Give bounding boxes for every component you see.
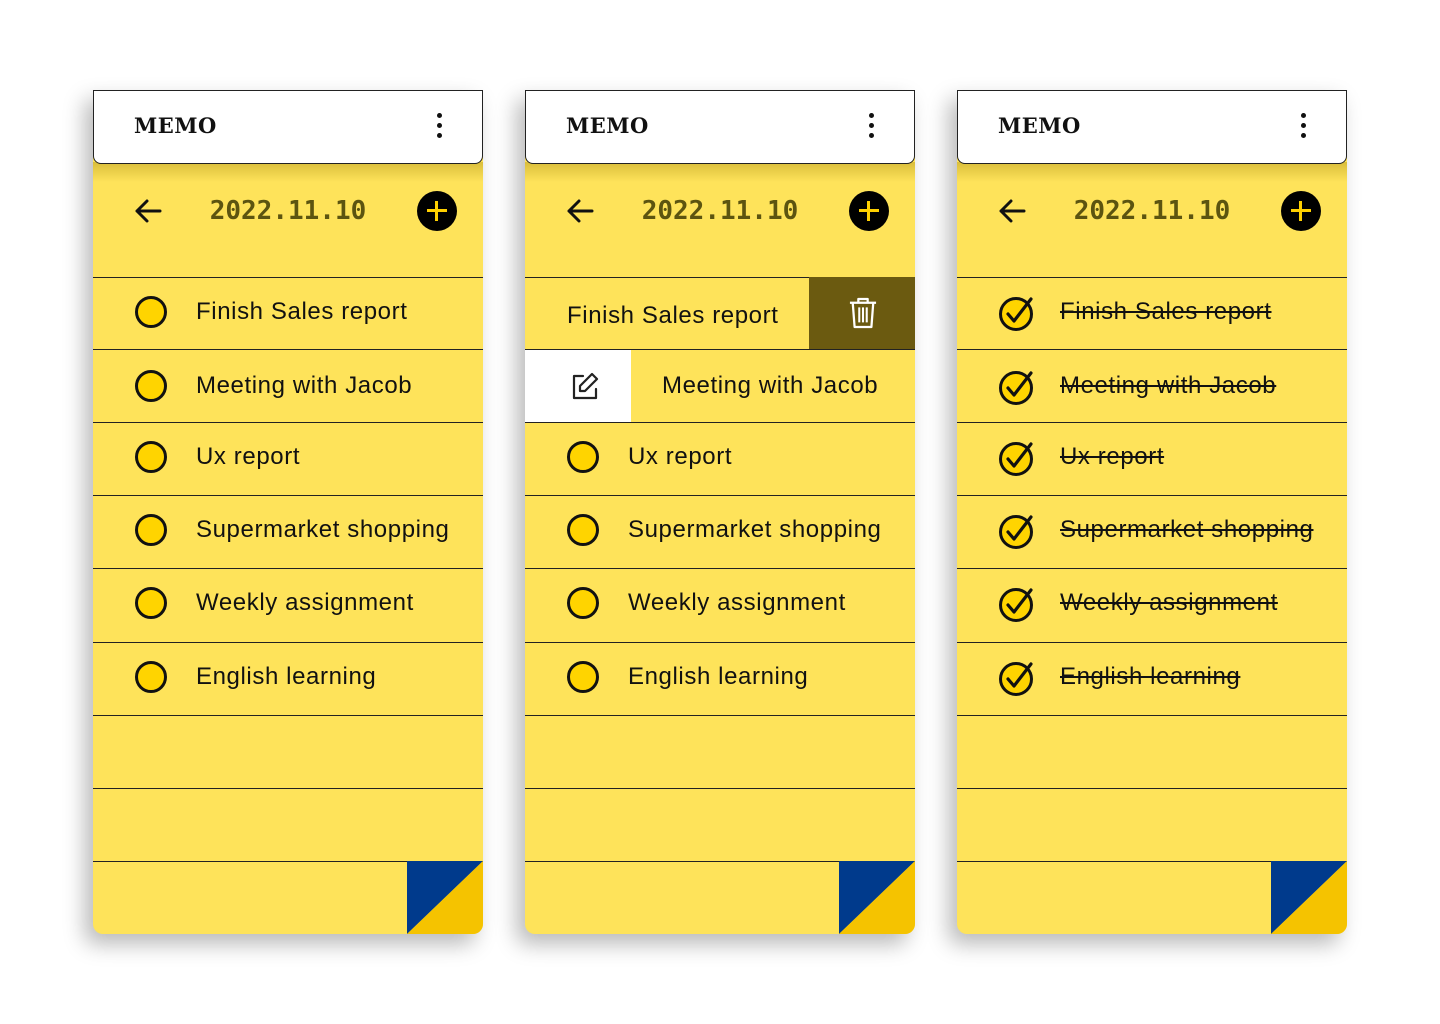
plus-circle-icon[interactable] [849,191,889,231]
task-row[interactable]: Ux report [93,423,483,495]
task-row[interactable]: English learning [93,643,483,715]
app-bar-shadow [957,162,1347,182]
memo-screen-default: MEMO 2022.11.10 Finish Sales report Meet… [93,90,483,934]
circle-icon[interactable] [135,661,167,693]
task-row[interactable]: Meeting with Jacob [93,352,483,424]
app-title: MEMO [566,113,649,138]
check-circle-icon[interactable] [998,295,1036,333]
check-circle-icon[interactable] [998,440,1036,478]
task-label[interactable]: Supermarket shopping [628,516,881,544]
task-label[interactable]: Meeting with Jacob [662,372,878,400]
circle-icon[interactable] [135,441,167,473]
delete-button[interactable] [809,277,915,349]
app-bar: MEMO [93,90,483,164]
task-row[interactable]: Weekly assignment [957,569,1347,641]
circle-icon[interactable] [135,370,167,402]
divider [957,349,1347,350]
circle-icon[interactable] [135,587,167,619]
app-title: MEMO [134,113,217,138]
task-row[interactable]: Supermarket shopping [525,496,915,568]
task-label[interactable]: Meeting with Jacob [196,372,412,400]
task-row-swiped-right[interactable]: Meeting with Jacob [525,352,915,424]
circle-icon[interactable] [567,661,599,693]
task-label[interactable]: Finish Sales report [1060,298,1272,326]
task-label[interactable]: English learning [1060,663,1240,691]
task-label[interactable]: Ux report [628,443,732,471]
task-label[interactable]: Ux report [1060,443,1164,471]
divider [93,788,483,789]
circle-icon[interactable] [135,514,167,546]
task-row[interactable]: English learning [957,643,1347,715]
circle-icon[interactable] [567,587,599,619]
check-circle-icon[interactable] [998,660,1036,698]
task-row[interactable]: Ux report [525,423,915,495]
page-fold-corner [407,861,483,934]
task-label[interactable]: Weekly assignment [1060,589,1278,617]
plus-circle-icon[interactable] [417,191,457,231]
trash-icon [849,297,877,329]
task-label[interactable]: Finish Sales report [567,302,779,330]
task-label[interactable]: Weekly assignment [196,589,414,617]
task-row[interactable]: Meeting with Jacob [957,352,1347,424]
task-row[interactable]: Ux report [957,423,1347,495]
task-row[interactable]: Weekly assignment [525,569,915,641]
circle-icon[interactable] [135,296,167,328]
circle-icon[interactable] [567,441,599,473]
task-label[interactable]: Meeting with Jacob [1060,372,1276,400]
app-bar-shadow [93,162,483,182]
divider [525,715,915,716]
task-row[interactable]: Finish Sales report [93,278,483,350]
divider [957,715,1347,716]
task-label[interactable]: Weekly assignment [628,589,846,617]
more-vertical-icon[interactable] [1292,111,1314,143]
divider [93,715,483,716]
plus-circle-icon[interactable] [1281,191,1321,231]
check-circle-icon[interactable] [998,586,1036,624]
page-fold-corner [839,861,915,934]
check-circle-icon[interactable] [998,513,1036,551]
task-label[interactable]: English learning [628,663,808,691]
memo-screen-completed: MEMO 2022.11.10 Finish Sales report Meet… [957,90,1347,934]
task-row[interactable]: Supermarket shopping [957,496,1347,568]
task-label[interactable]: Supermarket shopping [196,516,449,544]
divider [957,788,1347,789]
page-fold-corner [1271,861,1347,934]
divider [93,349,483,350]
task-row[interactable]: English learning [525,643,915,715]
task-row[interactable]: Weekly assignment [93,569,483,641]
more-vertical-icon[interactable] [428,111,450,143]
task-label[interactable]: English learning [196,663,376,691]
memo-screen-swipe: MEMO 2022.11.10 Finish Sales report Meet… [525,90,915,934]
check-circle-icon[interactable] [998,369,1036,407]
app-bar-shadow [525,162,915,182]
circle-icon[interactable] [567,514,599,546]
task-label[interactable]: Ux report [196,443,300,471]
divider [525,788,915,789]
more-vertical-icon[interactable] [860,111,882,143]
app-bar: MEMO [525,90,915,164]
app-bar: MEMO [957,90,1347,164]
task-label[interactable]: Finish Sales report [196,298,408,326]
app-title: MEMO [998,113,1081,138]
task-row[interactable]: Supermarket shopping [93,496,483,568]
task-row[interactable]: Finish Sales report [957,278,1347,350]
task-label[interactable]: Supermarket shopping [1060,516,1313,544]
